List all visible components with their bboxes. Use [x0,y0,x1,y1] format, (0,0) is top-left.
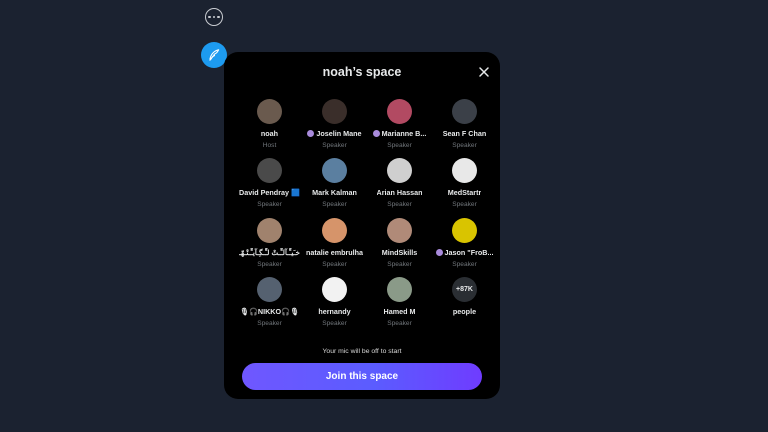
participant[interactable]: David Pendray 🟦 Speaker [237,158,302,217]
avatar [322,217,347,243]
participant[interactable]: hernandy Speaker [302,276,367,336]
participant[interactable]: Arian Hassan Speaker [367,158,432,217]
avatar [257,276,282,302]
participant[interactable]: noah Host [237,99,302,158]
avatar [322,99,347,124]
participant-name: Hamed M [383,306,416,316]
avatar [257,99,282,124]
participant[interactable]: Hamed M Speaker [367,276,432,336]
participant-role: Speaker [257,319,282,327]
participant-role: Speaker [387,142,412,149]
participant-role: Speaker [387,260,412,268]
participant-role: Speaker [322,201,347,209]
participant-role: Host [262,142,277,149]
participant-name: خـَيـِّـآلـِّـتْ لـِّـگِـآيـِّـتْـهّـ [238,247,301,257]
participant-role: Speaker [387,201,412,209]
participant-name: MedStartr [447,188,482,198]
participant[interactable]: MindSkills Speaker [367,217,432,277]
avatar [387,99,412,124]
close-icon [479,67,489,77]
avatar [387,158,412,184]
participant-name: David Pendray 🟦 [239,188,300,198]
participant-name: MindSkills [381,247,418,257]
avatar [452,158,477,184]
avatar [452,99,477,124]
participant-role: Speaker [322,260,347,268]
participant-grid: noah Host Joselin Mane Speaker Marianne B...… [237,99,497,336]
participant[interactable]: natalie embrulha Speaker [302,217,367,277]
participant[interactable]: Mark Kalman Speaker [302,158,367,217]
mic-notice: Your mic will be off to start [322,348,402,355]
participant-role: Speaker [452,201,477,209]
participant-name: Mark Kalman [312,188,357,198]
participant-name: noah [260,129,279,138]
badge-icon [372,130,380,137]
participant-name: Marianne B... [372,129,426,138]
feather-icon [209,49,220,61]
listener-count-badge: +87K [452,276,477,302]
participant[interactable]: خـَيـِّـآلـِّـتْ لـِّـگِـآيـِّـتْـهّـ Spe… [237,217,302,277]
avatar [452,217,477,243]
avatar [322,276,347,302]
participant[interactable]: Sean F Chan Speaker [432,99,497,158]
participant-role: Speaker [452,142,477,149]
participant-name: Sean F Chan [442,129,487,138]
badge-icon [435,248,443,256]
badge-icon [307,130,315,137]
join-space-button[interactable]: Join this space [242,363,482,390]
participant[interactable]: Joselin Mane Speaker [302,99,367,158]
participant-role: Speaker [452,260,477,268]
more-listeners[interactable]: +87K people [432,276,497,336]
participant-role: Speaker [257,201,282,209]
participant-name: Arian Hassan [376,188,423,198]
participant-role: Speaker [322,319,347,327]
participant-name: 🎙🎧NIKKO🎧🎙 [239,306,300,316]
participant[interactable]: Jason "FroB... Speaker [432,217,497,277]
more-horizontal-icon [208,15,211,19]
participant[interactable]: Marianne B... Speaker [367,99,432,158]
more-options-button[interactable] [205,8,223,26]
participant-name: natalie embrulha [305,247,364,257]
participant[interactable]: 🎙🎧NIKKO🎧🎙 Speaker [237,276,302,336]
listener-count-label: people [452,306,477,316]
close-button[interactable] [477,65,491,79]
participant-role: Speaker [257,260,282,268]
participant-name: Joselin Mane [307,129,362,138]
space-modal: noah’s space noah Host Joselin Mane Speaker… [224,52,500,399]
participant-name: hernandy [318,306,351,316]
space-title: noah’s space [322,65,402,79]
participant-name: Jason "FroB... [435,248,493,257]
avatar [387,276,412,302]
avatar [257,158,282,184]
participant-role: Speaker [387,319,412,327]
avatar [322,158,347,184]
participant[interactable]: MedStartr Speaker [432,158,497,217]
avatar [257,217,282,243]
participant-role: Speaker [322,142,347,149]
avatar [387,217,412,243]
